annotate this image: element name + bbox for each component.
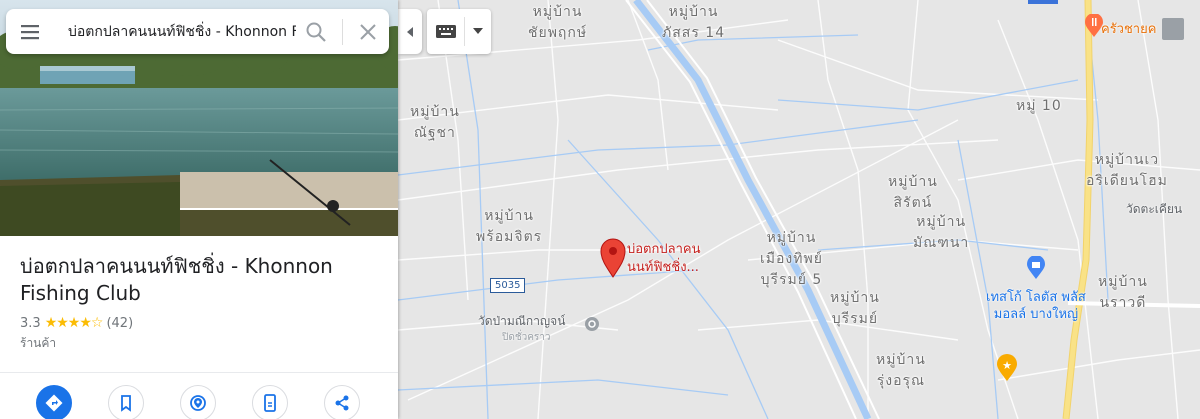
rating-stars: ★★★★☆ bbox=[44, 315, 104, 331]
chevron-left-icon bbox=[407, 27, 413, 37]
close-icon[interactable] bbox=[357, 21, 379, 43]
search-icon[interactable] bbox=[304, 20, 328, 44]
map-label-moo10: หมู่ 10 bbox=[1016, 98, 1062, 114]
place-title: บ่อตกปลาคนนนท์ฟิชชิ่ง - Khonnon Fishing … bbox=[20, 254, 333, 305]
share-button[interactable] bbox=[324, 385, 360, 419]
map-canvas[interactable]: หมู่บ้าน ชัยพฤกษ์ หมู่บ้าน ภัสสร 14 หมู่… bbox=[398, 0, 1200, 419]
svg-text:★: ★ bbox=[1002, 359, 1012, 372]
nearby-button[interactable] bbox=[180, 385, 216, 419]
map-label-rungarun: หมู่บ้าน รุ่งอรุณ bbox=[876, 352, 926, 389]
map-label-narawadee: หมู่บ้าน นราวดี bbox=[1098, 274, 1148, 311]
map-label-natcha: หมู่บ้าน ณัฐชา bbox=[410, 104, 460, 141]
search-input[interactable] bbox=[66, 20, 298, 44]
map-label-sirat: หมู่บ้าน สิรัตน์ bbox=[888, 174, 938, 211]
temple-icon[interactable] bbox=[584, 316, 600, 332]
send-to-phone-button[interactable] bbox=[252, 385, 288, 419]
place-panel: บ่อตกปลาคนนนท์ฟิชชิ่ง - Khonnon Fishing … bbox=[0, 0, 398, 419]
collapse-panel-button[interactable] bbox=[398, 9, 422, 54]
directions-icon bbox=[45, 394, 63, 412]
menu-icon[interactable] bbox=[19, 22, 43, 42]
map-label-burirom: หมู่บ้าน บุรีรมย์ bbox=[830, 290, 880, 327]
map-label-riverian: หมู่บ้านเว อริเดียนโฮม bbox=[1086, 152, 1168, 189]
temple-top-label[interactable]: วัดตะเคียน bbox=[1126, 202, 1182, 217]
rating-value: 3.3 bbox=[20, 315, 41, 331]
input-tools-control[interactable] bbox=[427, 9, 491, 54]
road-shield: 5035 bbox=[490, 278, 526, 293]
map-label-muangthip: หมู่บ้าน เมืองทิพย์ บุรีรมย์ 5 bbox=[760, 230, 823, 288]
restaurant-label[interactable]: ครัวชายค bbox=[1101, 22, 1156, 37]
nearby-icon bbox=[190, 395, 206, 411]
temple-label[interactable]: วัดป่ามณีกาญจน์ bbox=[478, 314, 565, 329]
directions-button[interactable] bbox=[36, 385, 72, 419]
map-thumbnail[interactable] bbox=[1162, 18, 1184, 40]
temple-status: ปิดชั่วคราว bbox=[502, 332, 551, 343]
pin-label[interactable]: บ่อตกปลาคน นนท์ฟิชชิ่ง... bbox=[627, 241, 700, 277]
search-box bbox=[6, 9, 389, 54]
keyboard-icon[interactable] bbox=[436, 25, 456, 38]
map-label-manthana: หมู่บ้าน มัณฑนา bbox=[913, 214, 970, 251]
search-divider bbox=[342, 19, 343, 45]
share-icon bbox=[335, 395, 349, 411]
dropdown-arrow-icon[interactable] bbox=[473, 28, 483, 34]
place-category[interactable]: ร้านค้า bbox=[20, 334, 56, 353]
tesco-label[interactable]: เทสโก้ โลตัส พลัส มอลล์ บางใหญ่ bbox=[986, 289, 1086, 323]
location-pin-icon[interactable] bbox=[600, 238, 626, 278]
send-to-phone-icon bbox=[264, 394, 276, 412]
bookmark-icon bbox=[121, 395, 131, 412]
map-label-chaiyaphruk: หมู่บ้าน ชัยพฤกษ์ bbox=[528, 4, 588, 41]
map-label-phatsorn: หมู่บ้าน ภัสสร 14 bbox=[662, 4, 726, 41]
shopping-icon[interactable] bbox=[1026, 256, 1046, 280]
save-button[interactable] bbox=[108, 385, 144, 419]
divider bbox=[0, 372, 398, 373]
map-label-phromjit: หมู่บ้าน พร้อมจิตร bbox=[476, 208, 543, 245]
starred-place-icon[interactable]: ★ bbox=[996, 354, 1018, 382]
review-count[interactable]: (42) bbox=[106, 316, 133, 331]
rating-row[interactable]: 3.3 ★★★★☆ (42) bbox=[20, 315, 133, 331]
